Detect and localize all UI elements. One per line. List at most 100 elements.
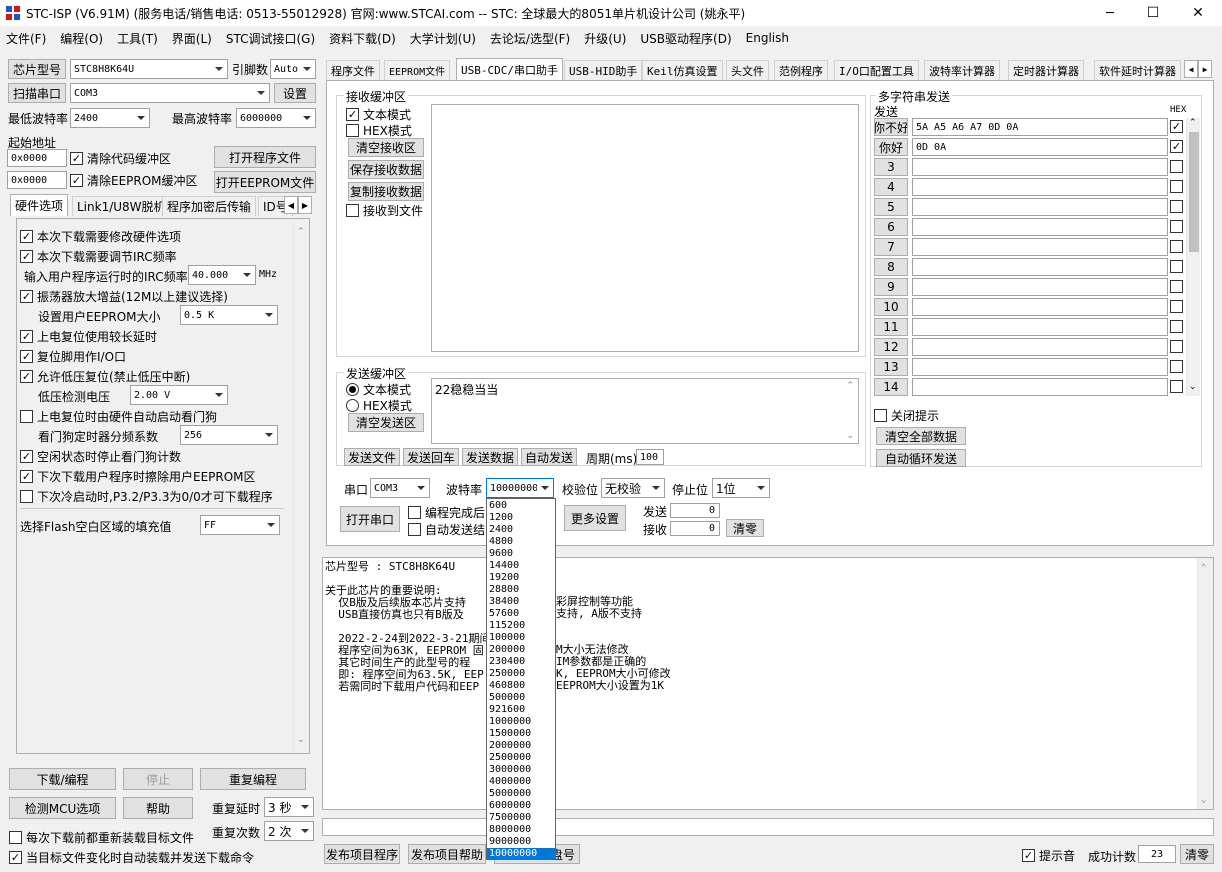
tab-examples[interactable]: 范例程序 bbox=[774, 60, 828, 80]
clear-eeprom-buffer-checkbox[interactable]: ✓ 清除EEPROM缓冲区 bbox=[70, 172, 198, 189]
multi-send-input-10[interactable] bbox=[912, 298, 1168, 316]
send-text-mode-radio[interactable]: 文本模式 bbox=[346, 381, 411, 398]
reset-pin-io-checkbox[interactable]: ✓ 复位脚用作I/O口 bbox=[20, 348, 126, 365]
baud-option[interactable]: 8000000 bbox=[487, 824, 555, 836]
baud-option[interactable]: 100000 bbox=[487, 632, 555, 644]
baud-option[interactable]: 14400 bbox=[487, 560, 555, 572]
menu-interface[interactable]: 界面(L) bbox=[172, 30, 212, 47]
multi-send-button-2[interactable]: 你好 bbox=[874, 138, 908, 156]
auto-send-end-checkbox[interactable]: 自动发送结 bbox=[408, 521, 485, 538]
tab-encrypted-transfer[interactable]: 程序加密后传输 bbox=[162, 196, 257, 216]
open-program-file-button[interactable]: 打开程序文件 bbox=[214, 146, 316, 168]
baud-option[interactable]: 1000000 bbox=[487, 716, 555, 728]
baud-option[interactable]: 28800 bbox=[487, 584, 555, 596]
auto-watchdog-checkbox[interactable]: 上电复位时由硬件自动启动看门狗 bbox=[20, 408, 217, 425]
flash-fill-select[interactable]: FF bbox=[200, 515, 280, 535]
multi-send-hex-checkbox-8[interactable] bbox=[1170, 260, 1187, 273]
serial-port-select[interactable]: COM3 bbox=[370, 478, 430, 498]
multi-send-button-10[interactable]: 10 bbox=[874, 298, 908, 316]
chip-model-button[interactable]: 芯片型号 bbox=[8, 59, 66, 79]
multi-send-input-1[interactable]: 5A A5 A6 A7 0D 0A bbox=[912, 118, 1168, 136]
multi-send-input-5[interactable] bbox=[912, 198, 1168, 216]
tab-keil-sim[interactable]: Keil仿真设置 bbox=[642, 60, 723, 80]
multi-send-hex-checkbox-12[interactable] bbox=[1170, 340, 1187, 353]
send-file-button[interactable]: 发送文件 bbox=[344, 448, 400, 466]
baud-option[interactable]: 57600 bbox=[487, 608, 555, 620]
baud-option[interactable]: 2500000 bbox=[487, 752, 555, 764]
menu-tools[interactable]: 工具(T) bbox=[117, 30, 158, 47]
baud-option[interactable]: 38400 bbox=[487, 596, 555, 608]
multi-send-hex-checkbox-5[interactable] bbox=[1170, 200, 1187, 213]
clear-send-button[interactable]: 清空发送区 bbox=[348, 413, 424, 432]
multi-send-hex-checkbox-2[interactable]: ✓ bbox=[1170, 140, 1187, 153]
menu-upgrade[interactable]: 升级(U) bbox=[584, 30, 626, 47]
multi-send-hex-checkbox-9[interactable] bbox=[1170, 280, 1187, 293]
multi-send-button-9[interactable]: 9 bbox=[874, 278, 908, 296]
multi-send-scrollbar[interactable]: ⌃ ⌄ bbox=[1186, 118, 1200, 396]
baud-option[interactable]: 1500000 bbox=[487, 728, 555, 740]
clear-success-button[interactable]: 清零 bbox=[1180, 844, 1214, 864]
multi-send-input-3[interactable] bbox=[912, 158, 1168, 176]
baud-option[interactable]: 5000000 bbox=[487, 788, 555, 800]
tab-usb-cdc-serial[interactable]: USB-CDC/串口助手 bbox=[456, 58, 563, 80]
close-tip-checkbox[interactable]: 关闭提示 bbox=[874, 407, 939, 424]
long-reset-delay-checkbox[interactable]: ✓ 上电复位使用较长延时 bbox=[20, 328, 157, 345]
tab-scroll-right-icon[interactable]: ▶ bbox=[1198, 60, 1212, 78]
open-serial-button[interactable]: 打开串口 bbox=[340, 506, 400, 532]
multi-send-hex-checkbox-14[interactable] bbox=[1170, 380, 1187, 393]
scroll-down-icon[interactable]: ⌄ bbox=[846, 431, 854, 441]
scroll-up-icon[interactable]: ⌃ bbox=[1201, 562, 1206, 574]
clear-count-button[interactable]: 清零 bbox=[726, 519, 764, 537]
recv-hex-mode-checkbox[interactable]: HEX模式 bbox=[346, 122, 412, 139]
publish-help-button[interactable]: 发布项目帮助 bbox=[408, 844, 486, 864]
menu-debug[interactable]: STC调试接口(G) bbox=[226, 30, 315, 47]
erase-eeprom-checkbox[interactable]: ✓ 下次下载用户程序时擦除用户EEPROM区 bbox=[20, 468, 256, 485]
baud-option[interactable]: 115200 bbox=[487, 620, 555, 632]
auto-send-button[interactable]: 自动发送 bbox=[521, 448, 577, 466]
baud-option[interactable]: 7500000 bbox=[487, 812, 555, 824]
copy-receive-button[interactable]: 复制接收数据 bbox=[348, 182, 424, 201]
help-button[interactable]: 帮助 bbox=[123, 797, 193, 819]
more-settings-button[interactable]: 更多设置 bbox=[564, 505, 626, 531]
auto-loop-send-button[interactable]: 自动循环发送 bbox=[876, 449, 966, 467]
repeat-times-select[interactable]: 2 次 bbox=[264, 821, 314, 841]
port-select[interactable]: COM3 bbox=[70, 83, 270, 103]
multi-send-button-1[interactable]: 你不好 bbox=[874, 118, 908, 136]
output-log[interactable]: 芯片型号 : STC8H8K64U 关于此芯片的重要说明: 仅B版及后续版本芯片支… bbox=[322, 557, 1214, 810]
irc-freq-select[interactable]: 40.000 bbox=[188, 265, 256, 285]
tab-io-config[interactable]: I/O口配置工具 bbox=[834, 60, 919, 80]
clear-code-buffer-checkbox[interactable]: ✓ 清除代码缓冲区 bbox=[70, 150, 171, 167]
multi-send-hex-checkbox-1[interactable]: ✓ bbox=[1170, 120, 1187, 133]
tab-scroll-right-icon[interactable]: ▶ bbox=[298, 196, 312, 214]
baud-option[interactable]: 250000 bbox=[487, 668, 555, 680]
baud-option[interactable]: 9600 bbox=[487, 548, 555, 560]
parity-select[interactable]: 无校验 bbox=[601, 478, 665, 498]
menu-file[interactable]: 文件(F) bbox=[6, 30, 46, 47]
reload-each-checkbox[interactable]: 每次下载前都重新装载目标文件 bbox=[9, 829, 194, 846]
chip-model-select[interactable]: STC8H8K64U bbox=[70, 59, 228, 79]
baud-rate-dropdown[interactable]: 600 1200 2400 4800 9600 14400 19200 28800 38400 5… bbox=[486, 498, 556, 860]
multi-send-hex-checkbox-11[interactable] bbox=[1170, 320, 1187, 333]
baud-option[interactable]: 2000000 bbox=[487, 740, 555, 752]
multi-send-button-4[interactable]: 4 bbox=[874, 178, 908, 196]
baud-option[interactable]: 6000000 bbox=[487, 800, 555, 812]
tab-eeprom-file[interactable]: EEPROM文件 bbox=[384, 60, 451, 80]
multi-send-button-6[interactable]: 6 bbox=[874, 218, 908, 236]
idle-stop-watchdog-checkbox[interactable]: ✓ 空闲状态时停止看门狗计数 bbox=[20, 448, 181, 465]
multi-send-button-7[interactable]: 7 bbox=[874, 238, 908, 256]
tab-baud-calc[interactable]: 波特率计算器 bbox=[924, 60, 1000, 80]
stop-button[interactable]: 停止 bbox=[123, 768, 193, 790]
scan-port-button[interactable]: 扫描串口 bbox=[8, 83, 66, 103]
multi-send-input-7[interactable] bbox=[912, 238, 1168, 256]
baud-option[interactable]: 460800 bbox=[487, 680, 555, 692]
multi-send-hex-checkbox-13[interactable] bbox=[1170, 360, 1187, 373]
detect-mcu-button[interactable]: 检测MCU选项 bbox=[9, 797, 116, 819]
multi-send-input-9[interactable] bbox=[912, 278, 1168, 296]
open-after-program-checkbox[interactable]: 编程完成后自 bbox=[408, 504, 497, 521]
recv-text-mode-checkbox[interactable]: ✓ 文本模式 bbox=[346, 106, 411, 123]
publish-project-button[interactable]: 发布项目程序 bbox=[324, 844, 400, 864]
multi-send-input-8[interactable] bbox=[912, 258, 1168, 276]
send-cr-button[interactable]: 发送回车 bbox=[403, 448, 459, 466]
open-eeprom-file-button[interactable]: 打开EEPROM文件 bbox=[214, 171, 316, 193]
menu-forum[interactable]: 去论坛/选型(F) bbox=[490, 30, 570, 47]
